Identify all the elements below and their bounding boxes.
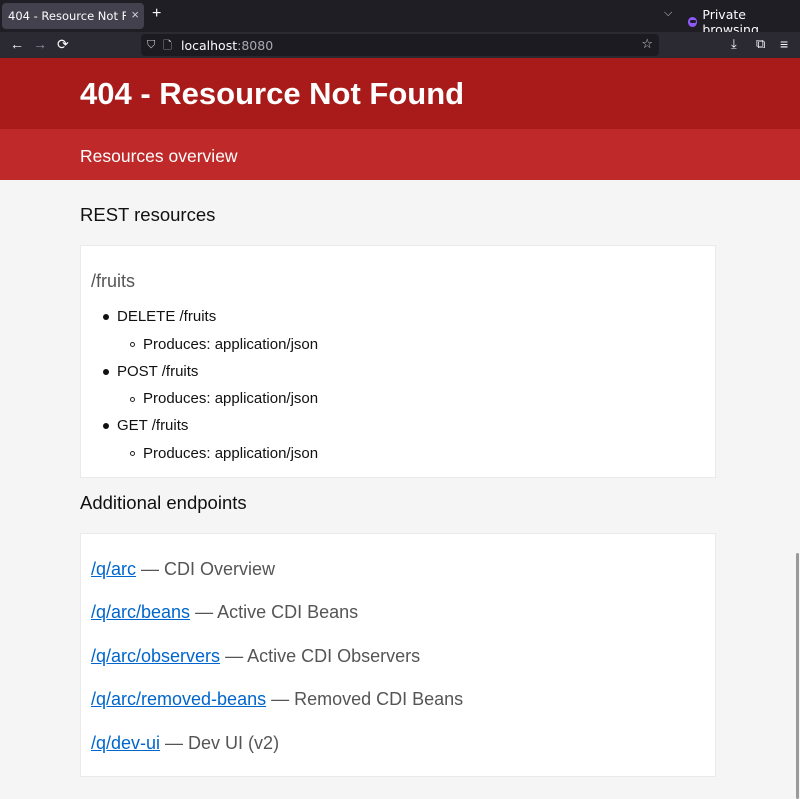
endpoint-row: /q/arc/removed-beans — Removed CDI Beans [91, 689, 463, 710]
method-item: GET /fruits [117, 417, 189, 434]
endpoint-description: — Active CDI Observers [220, 646, 421, 666]
additional-endpoints-card: /q/arc — CDI Overview /q/arc/beans — Act… [80, 533, 716, 777]
endpoint-link-arc[interactable]: /q/arc [91, 559, 136, 579]
menu-icon[interactable]: ≡ [780, 36, 788, 52]
active-tab[interactable]: 404 - Resource Not Fou × [2, 3, 144, 29]
navigation-toolbar: ← → ⟳ ⛉ 🗋 localhost:8080 ☆ ⤓ ⧉ ≡ [0, 32, 800, 58]
bookmark-star-icon[interactable]: ☆ [641, 37, 653, 52]
endpoint-description: — Dev UI (v2) [160, 733, 280, 753]
resource-path: /fruits [91, 271, 136, 291]
endpoint-row: /q/dev-ui — Dev UI (v2) [91, 733, 279, 754]
bullet-icon [103, 314, 109, 320]
endpoint-description: — Active CDI Beans [190, 602, 359, 622]
downloads-icon[interactable]: ⤓ [731, 36, 737, 52]
endpoint-link-arc-removed-beans[interactable]: /q/arc/removed-beans [91, 689, 266, 709]
endpoint-link-dev-ui[interactable]: /q/dev-ui [91, 733, 160, 753]
rest-resources-heading: REST resources [80, 204, 216, 225]
scrollbar-thumb[interactable] [796, 553, 799, 799]
endpoint-row: /q/arc/observers — Active CDI Observers [91, 646, 420, 667]
method-item: POST /fruits [117, 363, 199, 380]
endpoint-link-arc-beans[interactable]: /q/arc/beans [91, 602, 190, 622]
produces-item: Produces: application/json [143, 336, 319, 353]
page-subheader: Resources overview [0, 129, 800, 180]
close-tab-icon[interactable]: × [131, 7, 139, 22]
extensions-icon[interactable]: ⧉ [756, 36, 765, 52]
address-bar[interactable]: ⛉ 🗋 localhost:8080 ☆ [141, 34, 659, 56]
produces-item: Produces: application/json [143, 445, 319, 462]
endpoint-row: /q/arc — CDI Overview [91, 559, 275, 580]
produces-item: Produces: application/json [143, 390, 319, 407]
tab-list-chevron-icon[interactable]: ⌵ [664, 7, 672, 20]
tab-bar: 404 - Resource Not Fou × + ⌵ Private bro… [0, 0, 800, 37]
method-item: DELETE /fruits [117, 308, 217, 325]
url-text[interactable]: localhost:8080 [181, 38, 273, 53]
bullet-icon [103, 369, 109, 375]
page-header: 404 - Resource Not Found [0, 58, 800, 129]
tab-title: 404 - Resource Not Fou [8, 9, 126, 23]
bullet-icon [103, 423, 109, 429]
circle-bullet-icon [130, 397, 135, 402]
rest-resources-card: /fruits DELETE /fruits Produces: applica… [80, 245, 716, 478]
page-info-icon[interactable]: 🗋 [163, 37, 172, 56]
endpoint-row: /q/arc/beans — Active CDI Beans [91, 602, 358, 623]
circle-bullet-icon [130, 342, 135, 347]
private-mask-icon [688, 17, 698, 27]
endpoint-description: — CDI Overview [136, 559, 276, 579]
endpoint-link-arc-observers[interactable]: /q/arc/observers [91, 646, 220, 666]
reload-icon[interactable]: ⟳ [57, 36, 69, 53]
forward-arrow-icon[interactable]: → [33, 36, 47, 52]
back-arrow-icon[interactable]: ← [10, 36, 24, 52]
url-host: localhost [181, 38, 238, 53]
page-subtitle: Resources overview [80, 146, 238, 166]
endpoint-description: — Removed CDI Beans [266, 689, 464, 709]
page-title: 404 - Resource Not Found [80, 76, 465, 111]
new-tab-button[interactable]: + [152, 5, 161, 23]
tracking-shield-icon[interactable]: ⛉ [147, 38, 155, 52]
additional-endpoints-heading: Additional endpoints [80, 492, 247, 513]
circle-bullet-icon [130, 451, 135, 456]
url-port: :8080 [237, 38, 274, 53]
